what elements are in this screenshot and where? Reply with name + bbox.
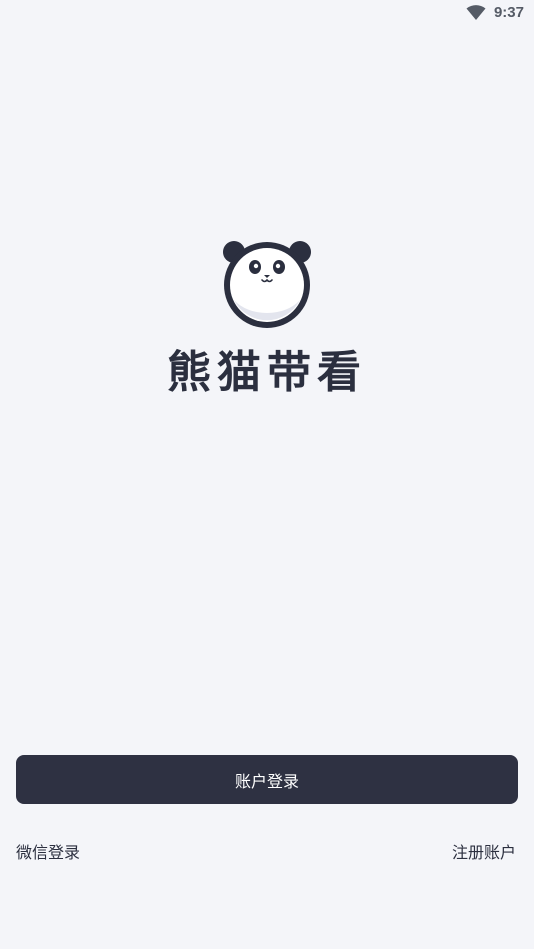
account-login-button[interactable]: 账户登录 <box>16 755 518 804</box>
wechat-login-link[interactable]: 微信登录 <box>16 839 80 863</box>
register-account-link[interactable]: 注册账户 <box>452 839 516 863</box>
status-bar: 9:37 <box>0 0 534 28</box>
login-screen: 9:37 熊猫带看 账户登录 微信登录 注册账户 <box>0 0 534 949</box>
app-name: 熊猫带看 <box>167 347 367 398</box>
wifi-icon <box>466 4 486 21</box>
status-icons: 9:37 <box>466 4 524 21</box>
status-time: 9:37 <box>493 4 524 21</box>
panda-logo-icon <box>220 238 314 332</box>
